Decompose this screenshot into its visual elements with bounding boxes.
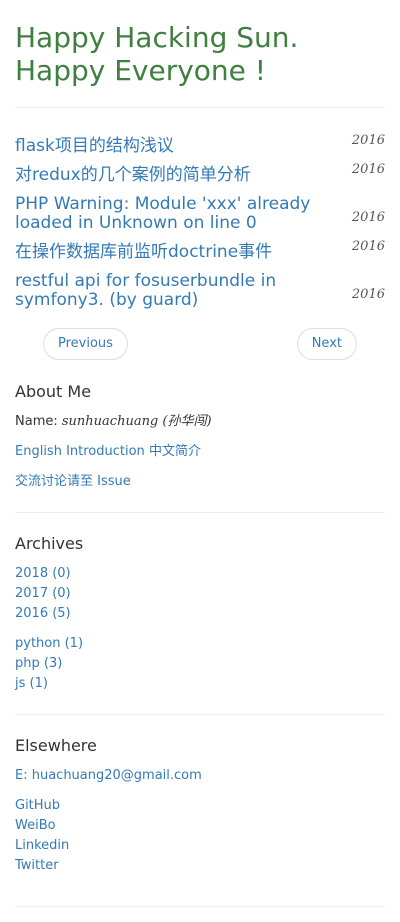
post-year: 2016 [351, 239, 385, 254]
post-title-link[interactable]: PHP Warning: Module 'xxx' already loaded… [15, 195, 355, 233]
divider [15, 906, 385, 907]
intro-links: English Introduction 中文简介 [15, 442, 385, 462]
divider [15, 512, 385, 513]
post-item: restful api for fosuserbundle in symfony… [15, 272, 385, 310]
post-title-link[interactable]: 在操作数据库前监听doctrine事件 [15, 243, 355, 262]
archive-years: 2018 (0) 2017 (0) 2016 (5) [15, 564, 385, 624]
post-title-link[interactable]: flask项目的结构浅议 [15, 137, 355, 156]
archive-tags: python (1) php (3) js (1) [15, 634, 385, 694]
divider [15, 107, 385, 108]
social-links: GitHub WeiBo Linkedin Twitter [15, 796, 385, 876]
divider [15, 714, 385, 715]
previous-page-button[interactable]: Previous [43, 328, 128, 360]
pager: Previous Next [15, 328, 385, 360]
archive-tag-link[interactable]: php (3) [15, 656, 62, 671]
post-year: 2016 [351, 210, 385, 225]
archive-tag-link[interactable]: js (1) [15, 676, 48, 691]
twitter-link[interactable]: Twitter [15, 858, 59, 873]
next-page-button[interactable]: Next [296, 328, 357, 360]
weibo-link[interactable]: WeiBo [15, 818, 56, 833]
about-title: About Me [15, 382, 92, 401]
archive-tag-link[interactable]: python (1) [15, 636, 83, 651]
archives-title: Archives [15, 534, 84, 553]
chinese-intro-link[interactable]: 中文简介 [149, 444, 201, 459]
post-item: 对redux的几个案例的简单分析 2016 [15, 162, 385, 195]
post-year: 2016 [351, 133, 385, 148]
archives-section: Archives 2018 (0) 2017 (0) 2016 (5) pyth… [15, 534, 385, 694]
linkedin-link[interactable]: Linkedin [15, 838, 69, 853]
name-label: Name: [15, 414, 58, 429]
post-item: PHP Warning: Module 'xxx' already loaded… [15, 195, 385, 243]
archive-year-link[interactable]: 2017 (0) [15, 586, 71, 601]
archive-year-link[interactable]: 2016 (5) [15, 606, 71, 621]
github-link[interactable]: GitHub [15, 798, 60, 813]
email-link[interactable]: E: huachuang20@gmail.com [15, 768, 202, 783]
discuss-issue-link[interactable]: 交流讨论请至 Issue [15, 474, 131, 489]
elsewhere-title: Elsewhere [15, 736, 97, 755]
name-value: sunhuachuang (孙华闯) [61, 414, 212, 429]
post-title-link[interactable]: 对redux的几个案例的简单分析 [15, 166, 355, 185]
post-list: flask项目的结构浅议 2016 对redux的几个案例的简单分析 2016 … [15, 133, 385, 310]
post-year: 2016 [351, 287, 385, 302]
post-title-link[interactable]: restful api for fosuserbundle in symfony… [15, 272, 355, 310]
about-section: About Me Name: sunhuachuang (孙华闯) Englis… [15, 382, 385, 492]
site-title[interactable]: Happy Hacking Sun. Happy Everyone ! [15, 0, 385, 87]
english-intro-link[interactable]: English Introduction [15, 444, 145, 459]
post-item: flask项目的结构浅议 2016 [15, 133, 385, 166]
about-name: Name: sunhuachuang (孙华闯) [15, 412, 385, 432]
archive-year-link[interactable]: 2018 (0) [15, 566, 71, 581]
elsewhere-section: Elsewhere E: huachuang20@gmail.com GitHu… [15, 736, 385, 876]
post-year: 2016 [351, 162, 385, 177]
post-item: 在操作数据库前监听doctrine事件 2016 [15, 239, 385, 272]
